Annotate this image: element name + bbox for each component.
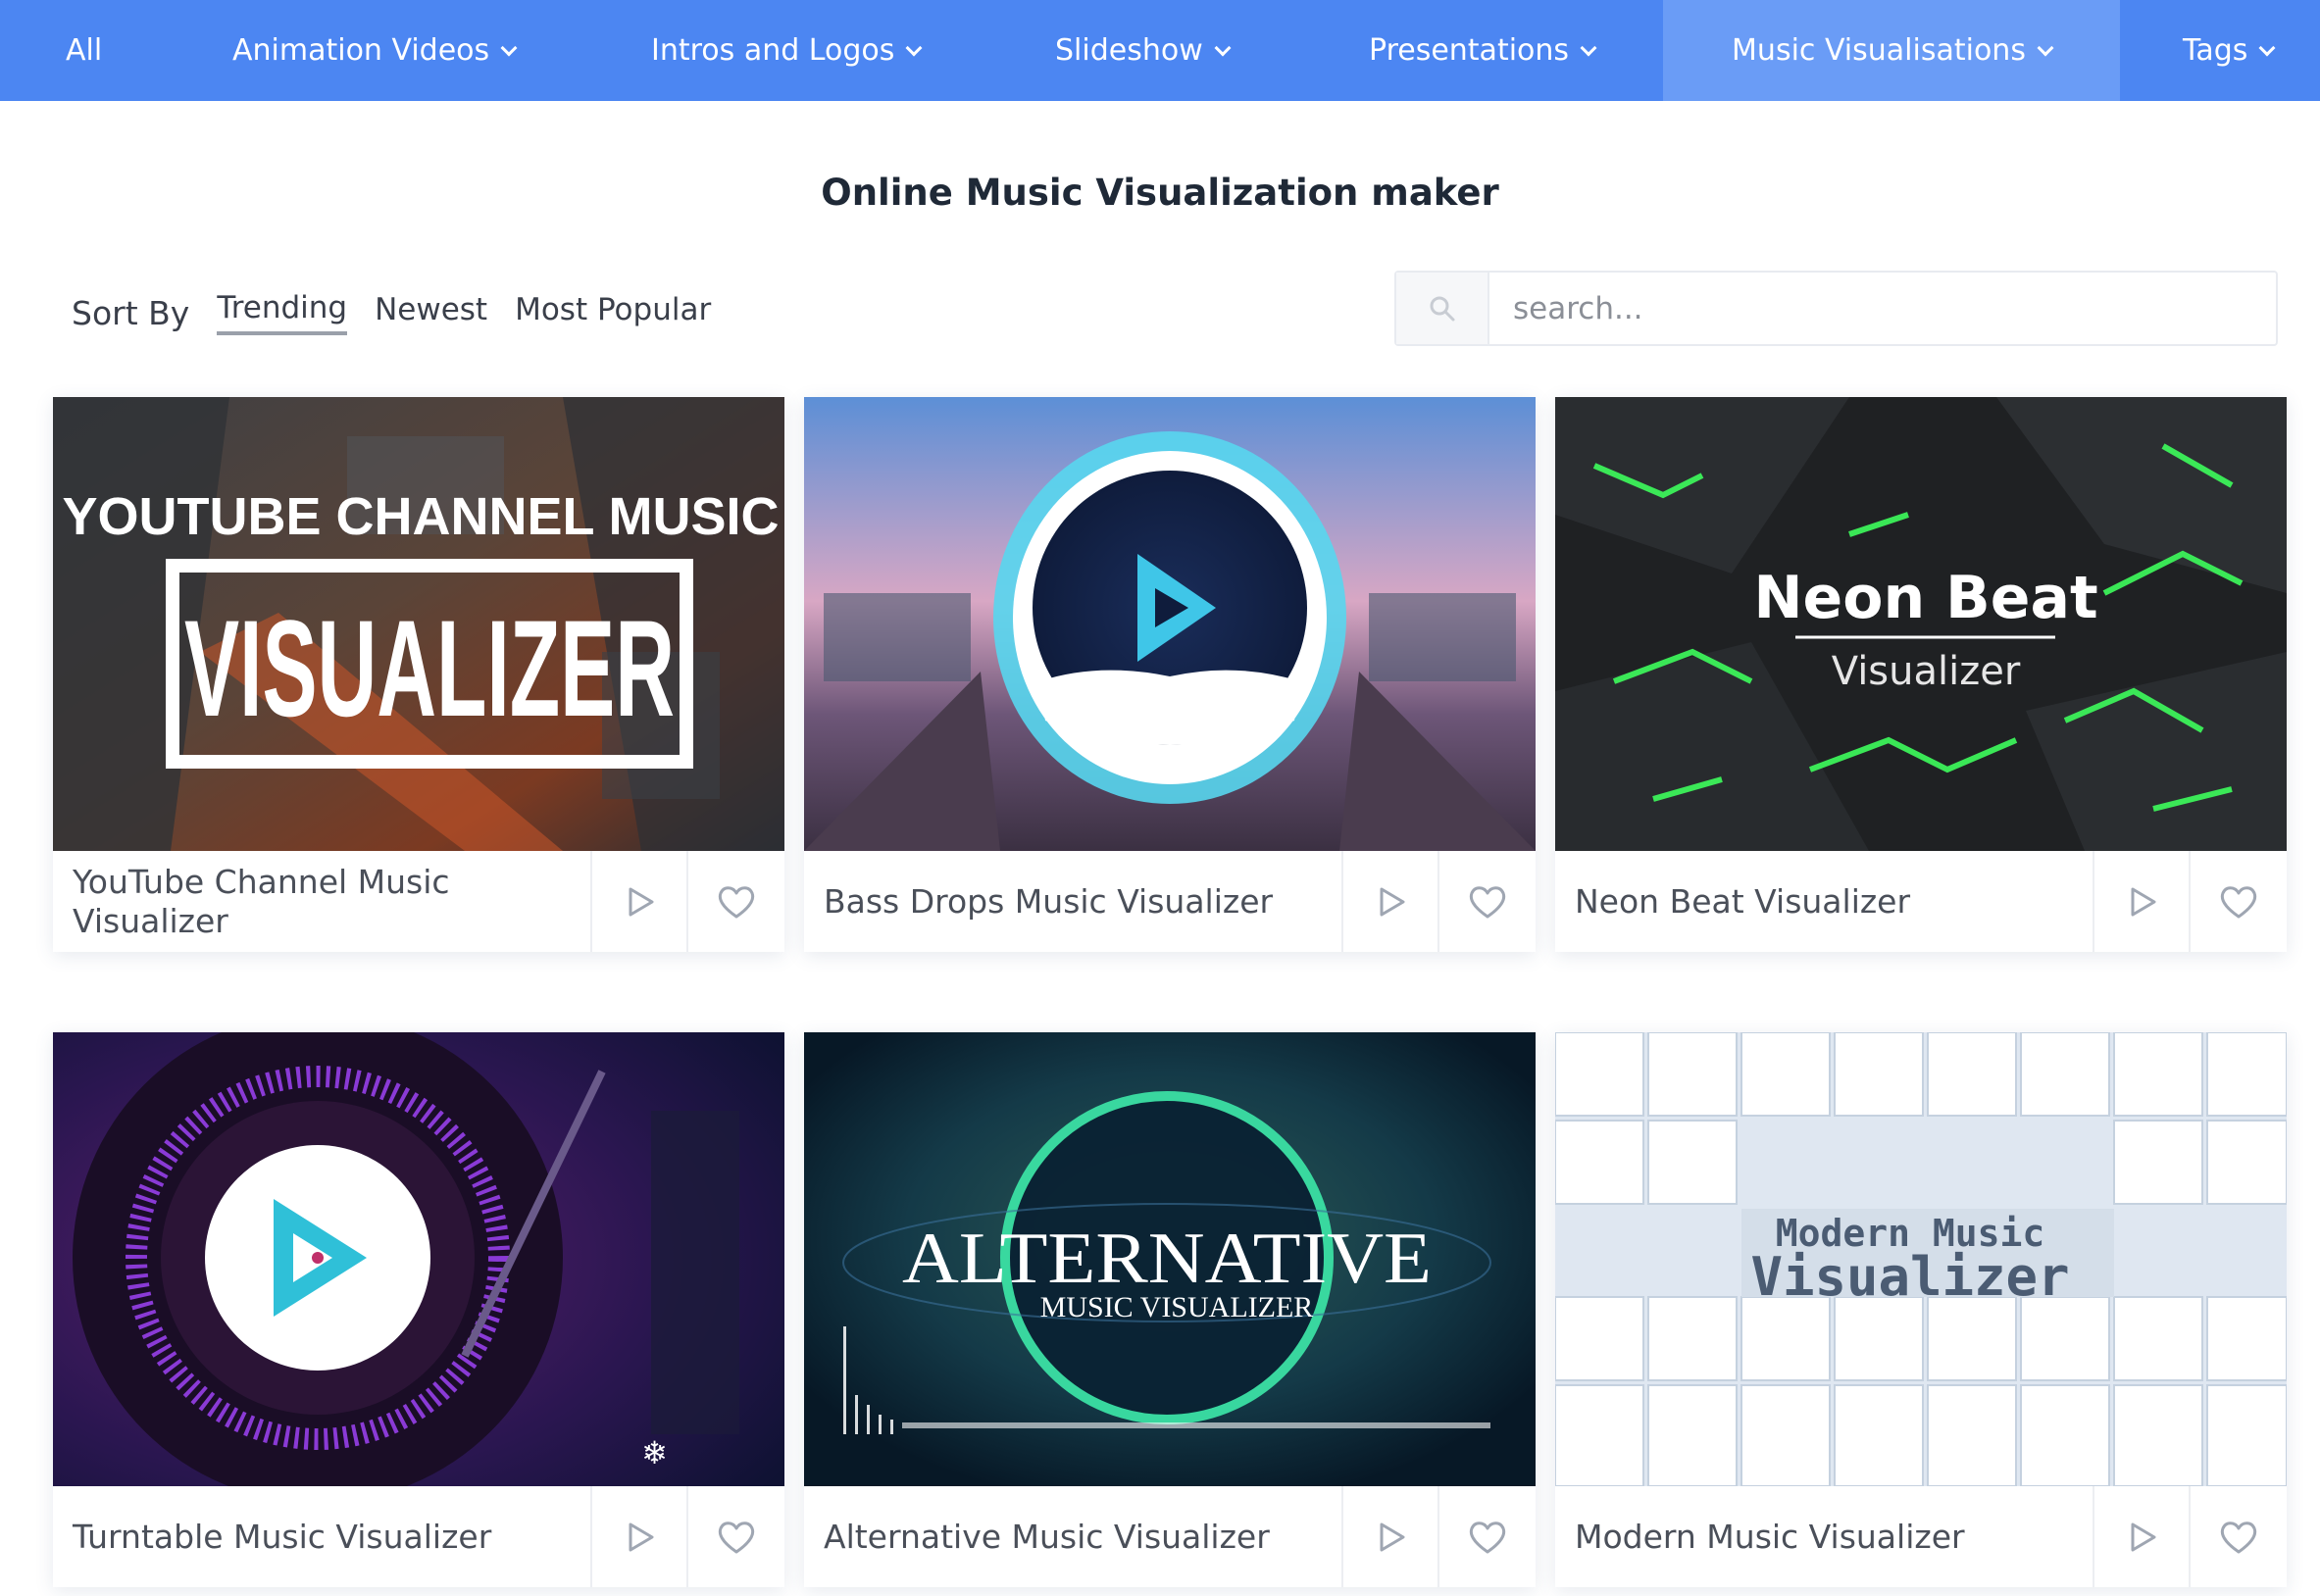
nav-item-tags[interactable]: Tags <box>2183 0 2276 101</box>
chevron-down-icon <box>2258 39 2276 56</box>
chevron-down-icon <box>1214 39 1232 56</box>
like-button[interactable] <box>686 1486 784 1587</box>
nav-label: Animation Videos <box>232 33 490 68</box>
card-thumbnail[interactable]: Neon Beat Visualizer <box>1555 397 2287 851</box>
chevron-down-icon <box>905 39 923 56</box>
sort-option-newest[interactable]: Newest <box>375 292 487 333</box>
play-button[interactable] <box>1341 1486 1437 1587</box>
like-button[interactable] <box>1437 851 1536 952</box>
sort-bar: Sort By Trending Newest Most Popular <box>72 290 738 335</box>
card-title[interactable]: YouTube Channel Music Visualizer <box>53 863 590 941</box>
heart-icon <box>2220 1521 2257 1553</box>
thumb-line-1: Neon Beat <box>1753 564 2097 632</box>
template-card[interactable]: YOUTUBE CHANNEL MUSIC VISUALIZER YouTube… <box>53 397 784 952</box>
sort-label: Sort By <box>72 293 190 332</box>
thumb-line-2: Visualizer <box>1750 1246 2069 1308</box>
heart-icon <box>2220 885 2257 918</box>
card-thumbnail[interactable] <box>804 397 1536 851</box>
heart-icon <box>1469 885 1506 918</box>
card-thumbnail[interactable]: ALTERNATIVE MUSIC VISUALIZER <box>804 1032 1536 1486</box>
heart-icon <box>718 885 755 918</box>
nav-item-animation-videos[interactable]: Animation Videos <box>232 0 518 101</box>
chevron-down-icon <box>2037 39 2054 56</box>
sort-option-trending[interactable]: Trending <box>217 290 348 335</box>
play-button[interactable] <box>2093 1486 2189 1587</box>
thumb-line-1: YOUTUBE CHANNEL MUSIC <box>62 487 779 546</box>
thumb-line-2: MUSIC VISUALIZER <box>1040 1291 1314 1323</box>
search-icon[interactable] <box>1396 273 1489 344</box>
play-button[interactable] <box>2093 851 2189 952</box>
chevron-down-icon <box>500 39 518 56</box>
card-footer: Turntable Music Visualizer <box>53 1486 784 1587</box>
template-card[interactable]: Bass Drops Music Visualizer <box>804 397 1536 952</box>
nav-item-music-visualisations[interactable]: Music Visualisations <box>1663 0 2120 101</box>
play-button[interactable] <box>1341 851 1437 952</box>
card-footer: Neon Beat Visualizer <box>1555 851 2287 952</box>
sort-option-most-popular[interactable]: Most Popular <box>515 292 711 333</box>
card-footer: Alternative Music Visualizer <box>804 1486 1536 1587</box>
page-title: Online Music Visualization maker <box>821 172 1499 214</box>
play-icon <box>2131 887 2156 916</box>
like-button[interactable] <box>2189 1486 2287 1587</box>
chevron-down-icon <box>1580 39 1597 56</box>
nav-label: All <box>66 33 103 68</box>
nav-item-intros-and-logos[interactable]: Intros and Logos <box>651 0 923 101</box>
play-icon <box>2131 1522 2156 1551</box>
play-icon <box>1380 1522 1405 1551</box>
card-title[interactable]: Turntable Music Visualizer <box>53 1518 590 1557</box>
svg-text:❄: ❄ <box>641 1434 668 1471</box>
nav-item-slideshow[interactable]: Slideshow <box>1055 0 1232 101</box>
like-button[interactable] <box>1437 1486 1536 1587</box>
card-footer: YouTube Channel Music Visualizer <box>53 851 784 952</box>
thumb-line-1: ALTERNATIVE <box>902 1219 1432 1299</box>
nav-item-all[interactable]: All <box>66 0 102 101</box>
play-button[interactable] <box>590 1486 686 1587</box>
play-icon <box>629 887 654 916</box>
play-icon <box>1380 887 1405 916</box>
card-footer: Modern Music Visualizer <box>1555 1486 2287 1587</box>
template-card[interactable]: Neon Beat Visualizer Neon Beat Visualize… <box>1555 397 2287 952</box>
card-title[interactable]: Modern Music Visualizer <box>1555 1518 2093 1557</box>
heart-icon <box>1469 1521 1506 1553</box>
card-title[interactable]: Neon Beat Visualizer <box>1555 882 2093 922</box>
like-button[interactable] <box>2189 851 2287 952</box>
template-card[interactable]: ALTERNATIVE MUSIC VISUALIZER Alternative… <box>804 1032 1536 1587</box>
thumb-line-2: Visualizer <box>1832 649 2021 694</box>
thumb-line-2: VISUALIZER <box>184 591 675 745</box>
heart-icon <box>718 1521 755 1553</box>
nav-label: Music Visualisations <box>1732 33 2026 68</box>
nav-label: Presentations <box>1369 33 1570 68</box>
template-card[interactable]: Modern Music Visualizer Modern Music Vis… <box>1555 1032 2287 1587</box>
card-thumbnail[interactable]: Modern Music Visualizer <box>1555 1032 2287 1486</box>
card-title[interactable]: Bass Drops Music Visualizer <box>804 882 1341 922</box>
card-thumbnail[interactable]: ❄ <box>53 1032 784 1486</box>
template-card[interactable]: ❄ Turntable Music Visualizer <box>53 1032 784 1587</box>
card-title[interactable]: Alternative Music Visualizer <box>804 1518 1341 1557</box>
play-icon <box>629 1522 654 1551</box>
nav-item-presentations[interactable]: Presentations <box>1369 0 1597 101</box>
nav-label: Intros and Logos <box>651 33 895 68</box>
top-nav: All Animation Videos Intros and Logos Sl… <box>0 0 2320 101</box>
card-footer: Bass Drops Music Visualizer <box>804 851 1536 952</box>
card-thumbnail[interactable]: YOUTUBE CHANNEL MUSIC VISUALIZER <box>53 397 784 851</box>
nav-label: Slideshow <box>1055 33 1203 68</box>
search-box <box>1394 271 2278 346</box>
play-button[interactable] <box>590 851 686 952</box>
like-button[interactable] <box>686 851 784 952</box>
search-input[interactable] <box>1489 273 2276 344</box>
nav-label: Tags <box>2183 33 2248 68</box>
